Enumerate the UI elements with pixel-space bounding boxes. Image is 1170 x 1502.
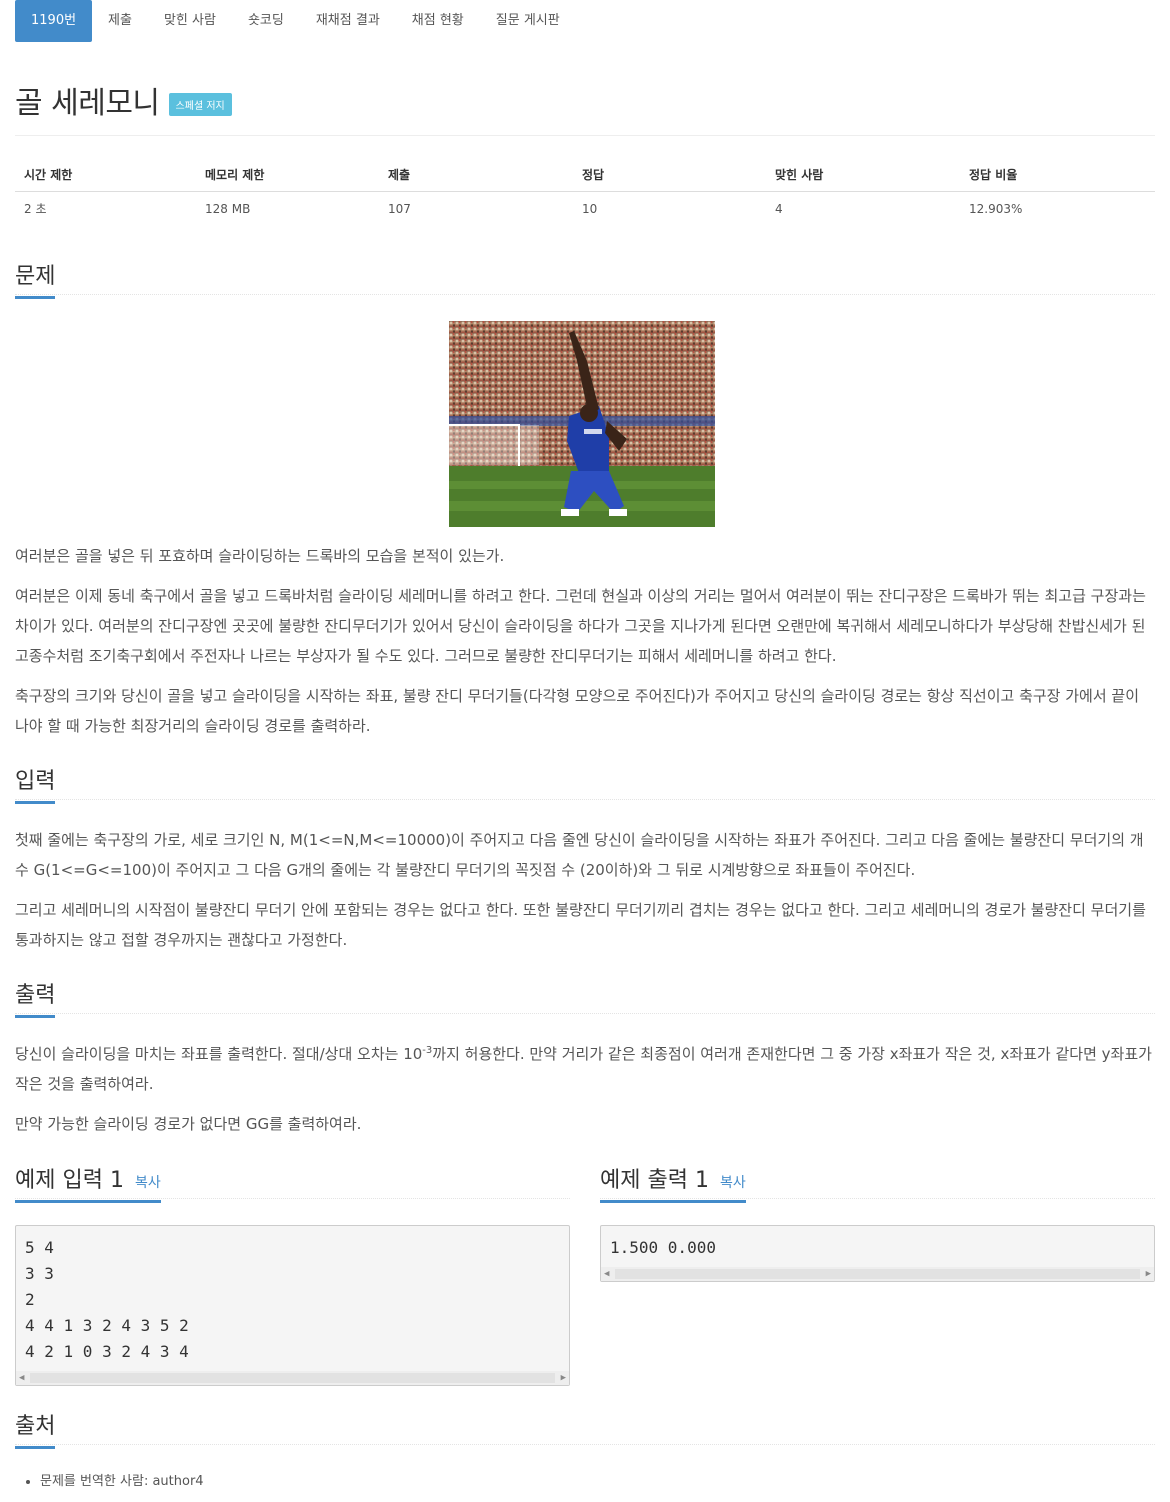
scrollbar-thumb[interactable] [30,1373,555,1383]
output-heading: 출력 [15,977,56,1018]
sample-input-title: 예제 입력 1 [15,1168,124,1193]
section-divider [15,1198,570,1199]
scroll-right-icon[interactable]: ▶ [1146,1267,1151,1281]
description-heading: 문제 [15,258,56,299]
drogba-photo-illustration [449,321,715,527]
output-section-header: 출력 [15,977,1155,1018]
description-paragraph-3: 축구장의 크기와 당신이 골을 넣고 슬라이딩을 시작하는 좌표, 불량 잔디 … [15,687,1140,735]
special-judge-badge[interactable]: 스페셜 저지 [168,92,232,116]
info-value-row: 2 초 128 MB 107 10 4 12.903% [15,192,1155,225]
sample-output-line: 1.500 0.000 [610,1238,716,1257]
sample-output-box[interactable]: 1.500 0.000 ◀ ▶ [600,1225,1155,1282]
source-list: 문제를 번역한 사람: author4 [40,1470,204,1489]
tab-submit[interactable]: 제출 [92,0,148,42]
section-divider [15,294,1155,295]
output-p1-exponent: -3 [422,1045,433,1056]
problem-title-row: 골 세레모니 스페셜 저지 [15,78,232,122]
tab-solved-users[interactable]: 맞힌 사람 [148,0,232,42]
problem-info-table: 시간 제한 메모리 제한 제출 정답 맞힌 사람 정답 비율 2 초 128 M… [15,158,1155,225]
copy-sample-output-button[interactable]: 복사 [720,1175,746,1191]
sample-input-line: 3 3 [25,1264,54,1283]
section-divider [600,1198,1155,1199]
problem-image [449,321,715,527]
source-section-header: 출처 [15,1408,1155,1449]
tab-problem[interactable]: 1190번 [15,0,93,42]
input-paragraph-1: 첫째 줄에는 축구장의 가로, 세로 크기인 N, M(1<=N,M<=1000… [15,831,1144,879]
sample-input-box[interactable]: 5 4 3 3 2 4 4 1 3 2 4 3 5 2 4 2 1 0 3 2 … [15,1225,570,1386]
source-heading: 출처 [15,1408,56,1449]
info-time-limit: 2 초 [24,202,47,216]
scroll-right-icon[interactable]: ▶ [561,1371,566,1385]
output-paragraph-1: 당신이 슬라이딩을 마치는 좌표를 출력한다. 절대/상대 오차는 10-3까지… [15,1039,1155,1099]
sample-input-line: 5 4 [25,1238,54,1257]
sample-input-line: 2 [25,1290,35,1309]
description-paragraph-2: 여러분은 이제 동네 축구에서 골을 넣고 드록바처럼 슬라이딩 세레머니를 하… [15,587,1146,665]
scrollbar-thumb[interactable] [615,1269,1140,1279]
title-divider [15,135,1155,136]
scroll-left-icon[interactable]: ◀ [604,1267,609,1281]
info-header-solved-users: 맞힌 사람 [775,168,824,182]
output-p1-before: 당신이 슬라이딩을 마치는 좌표를 출력한다. 절대/상대 오차는 10 [15,1045,423,1063]
section-divider [15,1013,1155,1014]
description-paragraph-1: 여러분은 골을 넣은 뒤 포효하며 슬라이딩하는 드록바의 모습을 본적이 있는… [15,547,505,565]
sample-input-header: 예제 입력 1 복사 [15,1162,570,1203]
info-solved-users: 4 [775,201,783,216]
info-header-accepted: 정답 [582,168,605,182]
problem-tabs: 1190번 제출 맞힌 사람 숏코딩 재채점 결과 채점 현황 질문 게시판 [15,0,576,42]
sample-input-line: 4 2 1 0 3 2 4 3 4 [25,1342,189,1361]
info-submissions: 107 [388,201,411,216]
scroll-left-icon[interactable]: ◀ [19,1371,24,1385]
sample-output-scrollbar[interactable]: ◀ ▶ [601,1267,1154,1281]
tab-rejudge-results[interactable]: 재채점 결과 [300,0,396,42]
section-divider [15,1444,1155,1445]
info-header-row: 시간 제한 메모리 제한 제출 정답 맞힌 사람 정답 비율 [15,158,1155,192]
tab-short-coding[interactable]: 숏코딩 [232,0,300,42]
info-header-ratio: 정답 비율 [969,168,1018,182]
info-memory-limit: 128 MB [205,201,251,216]
info-header-submissions: 제출 [388,168,411,182]
sample-output-header: 예제 출력 1 복사 [600,1162,1155,1203]
sample-input-scrollbar[interactable]: ◀ ▶ [16,1371,569,1385]
tab-judge-status[interactable]: 채점 현황 [396,0,480,42]
output-paragraph-2: 만약 가능한 슬라이딩 경로가 없다면 GG를 출력하여라. [15,1115,362,1133]
description-section-header: 문제 [15,258,1155,299]
problem-title: 골 세레모니 [15,86,160,121]
info-header-memory-limit: 메모리 제한 [205,168,265,182]
input-heading: 입력 [15,763,56,804]
sample-output-heading: 예제 출력 1 복사 [600,1162,746,1203]
info-ratio: 12.903% [969,201,1023,216]
tab-question-board[interactable]: 질문 게시판 [480,0,576,42]
sample-input-heading: 예제 입력 1 복사 [15,1162,161,1203]
input-paragraph-2: 그리고 세레머니의 시작점이 불량잔디 무더기 안에 포함되는 경우는 없다고 … [15,901,1146,949]
input-section-header: 입력 [15,763,1155,804]
sample-output-title: 예제 출력 1 [600,1168,709,1193]
section-divider [15,799,1155,800]
info-header-time-limit: 시간 제한 [24,168,73,182]
source-translator: 문제를 번역한 사람: author4 [40,1470,204,1489]
info-accepted: 10 [582,201,598,216]
sample-input-line: 4 4 1 3 2 4 3 5 2 [25,1316,189,1335]
copy-sample-input-button[interactable]: 복사 [135,1175,161,1191]
